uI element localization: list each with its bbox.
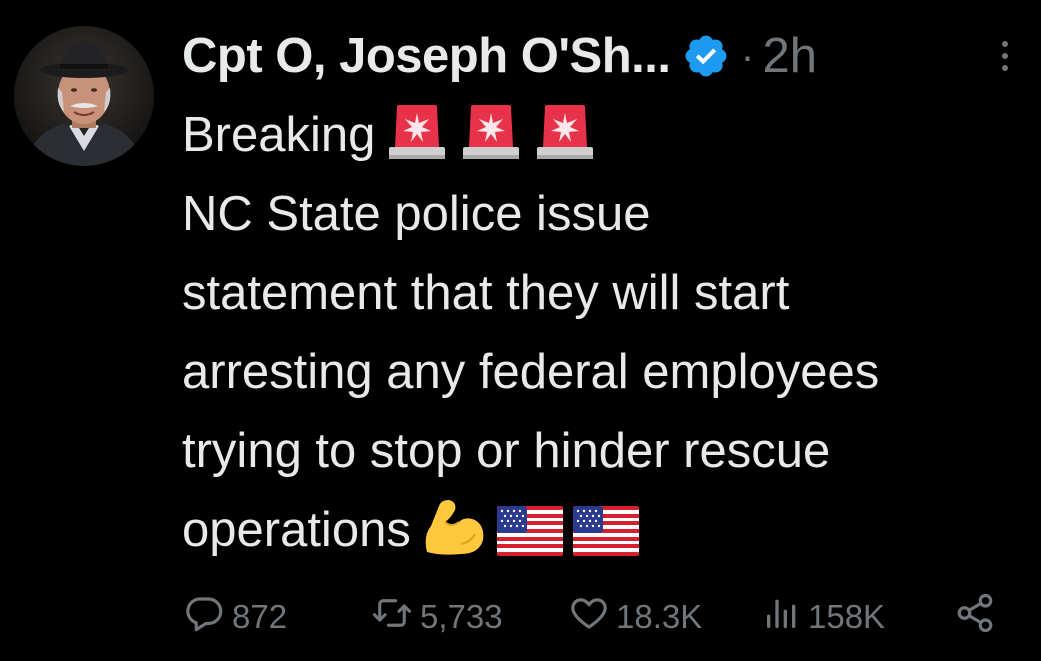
retweet-count: 5,733 xyxy=(420,598,503,635)
verified-badge-icon xyxy=(682,32,730,80)
tweet-line: NC State police issue xyxy=(182,187,651,241)
retweet-icon xyxy=(370,592,420,642)
tweet-line: Breaking xyxy=(182,96,1032,175)
police-light-emoji xyxy=(533,103,597,185)
police-light-emoji xyxy=(459,103,523,185)
heart-icon xyxy=(568,592,616,642)
retweet-button[interactable]: 5,733 xyxy=(370,590,503,644)
tweet-line-text: operations xyxy=(182,503,411,557)
reply-count: 872 xyxy=(232,598,288,635)
reply-icon xyxy=(184,592,232,642)
tweet-line: arresting any federal employees xyxy=(182,345,880,399)
tweet-actions: 872 5,733 18.3K 158K xyxy=(184,590,1004,644)
avatar[interactable] xyxy=(14,26,154,166)
flexed-biceps-emoji xyxy=(421,496,487,580)
views-count: 158K xyxy=(808,598,886,635)
tweet-line: statement that they will start xyxy=(182,266,790,320)
us-flag-emoji xyxy=(496,501,563,580)
share-icon xyxy=(954,592,1002,642)
tweet-line: trying to stop or hinder rescue xyxy=(182,424,831,478)
reply-button[interactable]: 872 xyxy=(184,590,287,644)
police-light-emoji xyxy=(385,103,449,185)
more-options-icon[interactable] xyxy=(995,36,1015,76)
timestamp[interactable]: 2h xyxy=(762,28,817,84)
like-count: 18.3K xyxy=(616,598,703,635)
tweet-text: Breaking NC State police issue statement… xyxy=(182,96,1032,570)
views-chart-icon xyxy=(762,592,808,642)
share-button[interactable] xyxy=(954,590,1002,644)
us-flag-emoji xyxy=(572,501,639,580)
tweet-line-text: Breaking xyxy=(182,108,376,162)
views-button[interactable]: 158K xyxy=(762,590,885,644)
display-name[interactable]: Cpt O, Joseph O'Sh... xyxy=(182,28,671,84)
like-button[interactable]: 18.3K xyxy=(568,590,702,644)
tweet[interactable]: Cpt O, Joseph O'Sh... · 2h Breaking NC S… xyxy=(0,0,1041,661)
tweet-header: Cpt O, Joseph O'Sh... · 2h xyxy=(182,24,817,88)
tweet-line: operations xyxy=(182,491,1032,570)
header-separator: · xyxy=(740,32,755,79)
